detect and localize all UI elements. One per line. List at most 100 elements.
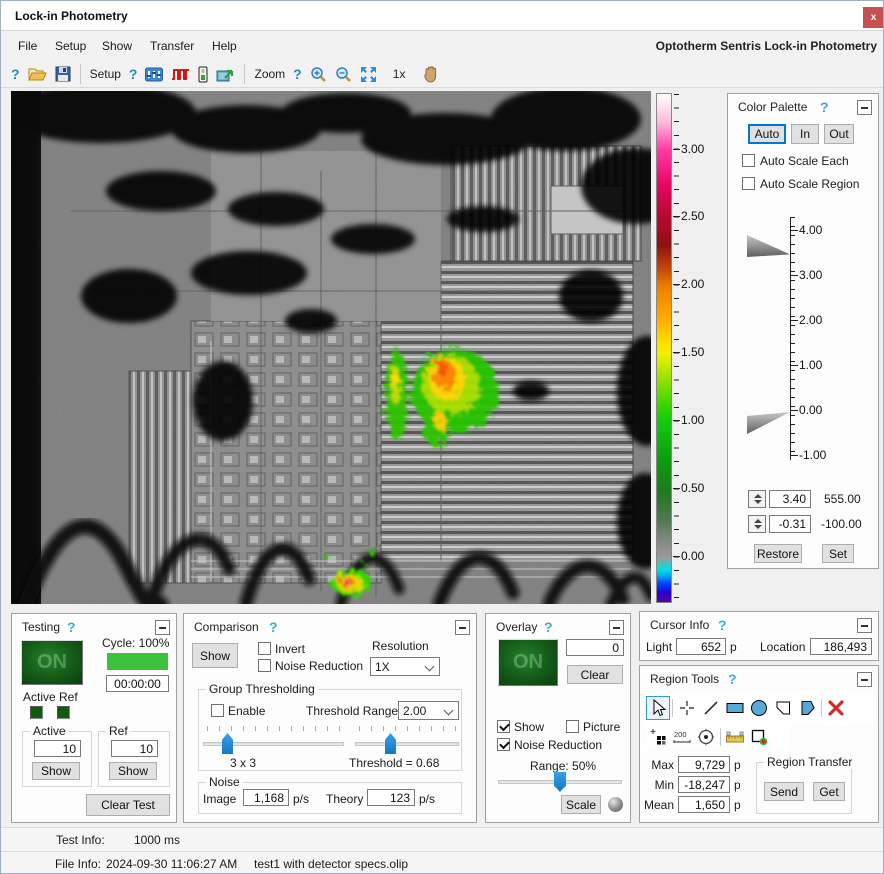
overlay-picture-checkbox[interactable] (566, 720, 579, 733)
device-status-icon[interactable] (198, 63, 208, 85)
menu-show[interactable]: Show (102, 39, 132, 53)
overlay-sphere-icon[interactable] (608, 797, 623, 812)
zoom-out-icon[interactable] (335, 63, 352, 85)
scale-200-tool[interactable]: 200 (670, 725, 694, 749)
color-scale-ticks (674, 94, 679, 602)
threshold-range-select[interactable]: 2.00 (398, 701, 459, 720)
color-palette-help-icon[interactable]: ? (820, 99, 829, 115)
ellipse-tool[interactable] (747, 696, 771, 720)
lower-limit-spinner[interactable] (748, 515, 766, 533)
set-button[interactable]: Set (822, 544, 854, 563)
enable-checkbox[interactable] (211, 704, 224, 717)
color-palette-minimize-button[interactable] (857, 100, 872, 115)
polyline-tool[interactable] (771, 696, 795, 720)
overlay-count-field[interactable]: 0 (566, 639, 624, 656)
chevron-down-icon (444, 706, 454, 716)
light-value-field: 652 (676, 638, 726, 655)
noise-theory-field: 123 (367, 789, 415, 806)
colorbar-tick-label: 0.50 (681, 481, 721, 495)
send-button[interactable]: Send (764, 782, 804, 801)
restore-button[interactable]: Restore (754, 544, 802, 563)
region-anchor-tool[interactable] (747, 725, 771, 749)
menu-setup[interactable]: Setup (55, 39, 86, 53)
invert-checkbox[interactable] (258, 642, 271, 655)
get-button[interactable]: Get (813, 782, 845, 801)
testing-minimize-button[interactable] (155, 620, 170, 635)
open-file-icon[interactable] (28, 63, 47, 85)
setup-help-icon[interactable]: ? (129, 63, 138, 85)
comparison-noise-reduction-checkbox[interactable] (258, 659, 271, 672)
testing-on-button[interactable]: ON (21, 640, 83, 685)
select-cursor-tool[interactable] (646, 696, 670, 720)
active-show-button[interactable]: Show (32, 762, 80, 780)
overlay-on-button[interactable]: ON (498, 639, 558, 686)
threshold-slider-thumb[interactable] (385, 733, 396, 754)
close-button[interactable]: x (863, 7, 884, 28)
center-target-tool[interactable] (694, 725, 718, 749)
palette-tick-label: -1.00 (799, 448, 843, 462)
resolution-select[interactable]: 1X (370, 657, 440, 676)
region-tools-help-icon[interactable]: ? (728, 671, 737, 687)
line-tool[interactable] (699, 696, 723, 720)
overlay-noise-reduction-label: Noise Reduction (514, 738, 602, 752)
overlay-scale-button[interactable]: Scale (561, 795, 601, 814)
upper-limit-spinner[interactable] (748, 490, 766, 508)
camera-settings-icon[interactable] (145, 63, 163, 85)
menu-help[interactable]: Help (212, 39, 237, 53)
min-unit: p (734, 778, 741, 792)
palette-tick-label: 2.00 (799, 313, 843, 327)
pixel-region-tool[interactable] (646, 725, 670, 749)
overlay-show-checkbox[interactable] (497, 720, 510, 733)
testing-help-icon[interactable]: ? (67, 619, 76, 635)
palette-upper-handle[interactable] (747, 235, 790, 257)
noise-theory-unit: p/s (419, 792, 435, 806)
active-count-field[interactable]: 10 (34, 740, 81, 757)
lockin-signal-icon[interactable] (171, 63, 190, 85)
save-icon[interactable] (55, 63, 71, 85)
comparison-show-button[interactable]: Show (192, 643, 238, 668)
menu-transfer[interactable]: Transfer (150, 39, 194, 53)
lower-limit-field[interactable]: -0.31 (769, 515, 811, 533)
region-tools-minimize-button[interactable] (857, 672, 872, 687)
zoom-fit-icon[interactable] (360, 63, 377, 85)
zoom-help-icon[interactable]: ? (293, 63, 302, 85)
threshold-slider-groove[interactable] (355, 742, 459, 746)
overlay-range-thumb[interactable] (554, 772, 566, 792)
zoom-in-icon[interactable] (310, 63, 327, 85)
rectangle-tool[interactable] (723, 696, 747, 720)
grid-slider-thumb[interactable] (222, 733, 233, 754)
cursor-info-minimize-button[interactable] (857, 618, 872, 633)
delete-region-tool[interactable] (824, 696, 848, 720)
pan-hand-icon[interactable] (423, 63, 438, 85)
colorbar-tick-label: 1.00 (681, 413, 721, 427)
auto-scale-region-checkbox[interactable] (742, 177, 755, 190)
upper-limit-max-label: 555.00 (824, 492, 861, 506)
comparison-help-icon[interactable]: ? (269, 619, 278, 635)
image-transfer-icon[interactable] (216, 63, 235, 85)
out-button[interactable]: Out (824, 124, 854, 144)
auto-scale-each-checkbox[interactable] (742, 154, 755, 167)
crosshair-tool[interactable] (675, 696, 699, 720)
in-button[interactable]: In (791, 124, 819, 144)
ref-count-field[interactable]: 10 (111, 740, 158, 757)
cursor-info-title: Cursor Info (650, 618, 709, 632)
overlay-clear-button[interactable]: Clear (567, 665, 623, 684)
overlay-noise-reduction-checkbox[interactable] (497, 738, 510, 751)
clear-test-button[interactable]: Clear Test (86, 794, 170, 816)
polygon-tool[interactable] (795, 696, 819, 720)
light-unit: p (730, 640, 737, 654)
cursor-info-help-icon[interactable]: ? (718, 617, 727, 633)
palette-lower-handle[interactable] (747, 412, 790, 434)
measure-ruler-tool[interactable] (723, 725, 747, 749)
ref-show-button[interactable]: Show (109, 762, 157, 780)
help-icon[interactable]: ? (11, 63, 20, 85)
comparison-minimize-button[interactable] (455, 620, 470, 635)
auto-button[interactable]: Auto (748, 124, 786, 144)
overlay-help-icon[interactable]: ? (544, 619, 553, 635)
thermal-image-view[interactable] (11, 91, 651, 604)
palette-tick-label: 3.00 (799, 268, 843, 282)
menu-file[interactable]: File (18, 39, 37, 53)
toolbar: ? Setup ? Zoom ? (1, 61, 884, 88)
upper-limit-field[interactable]: 3.40 (769, 490, 811, 508)
overlay-minimize-button[interactable] (609, 620, 624, 635)
